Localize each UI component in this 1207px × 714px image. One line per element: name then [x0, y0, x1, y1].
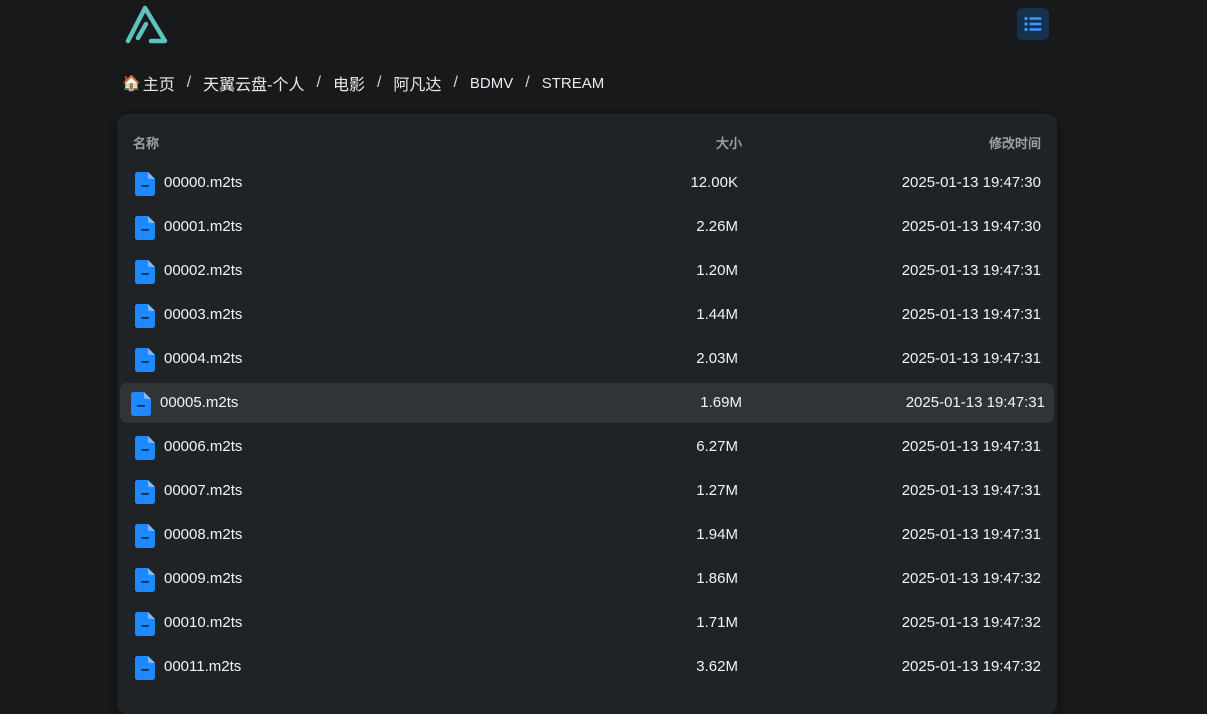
- breadcrumb-separator: /: [525, 74, 530, 91]
- home-icon: 🏠: [122, 75, 141, 92]
- file-name: 00005.m2ts: [160, 394, 239, 411]
- column-header-modified[interactable]: 修改时间: [989, 133, 1041, 152]
- file-modified-time: 2025-01-13 19:47:31: [905, 394, 1045, 411]
- file-icon: [135, 216, 155, 240]
- file-list-panel: 名称 大小 修改时间 00000.m2ts 12.00K 2025-01-13 …: [117, 114, 1057, 714]
- breadcrumb-tianyi-cloud[interactable]: 天翼云盘-个人: [203, 71, 304, 95]
- column-header-size[interactable]: 大小: [716, 133, 742, 152]
- file-icon: [135, 480, 155, 504]
- file-name: 00003.m2ts: [164, 306, 243, 323]
- file-modified-time: 2025-01-13 19:47:32: [901, 658, 1041, 675]
- file-name: 00009.m2ts: [164, 570, 243, 587]
- file-icon: [135, 612, 155, 636]
- file-row[interactable]: 00007.m2ts 1.27M 2025-01-13 19:47:31: [120, 471, 1054, 511]
- file-icon: [135, 172, 155, 196]
- breadcrumb: 🏠 主页 / 天翼云盘-个人 / 电影 / 阿凡达 / BDMV / STREA…: [122, 72, 604, 94]
- file-size: 3.62M: [696, 658, 738, 675]
- file-icon: [131, 392, 151, 416]
- file-name: 00007.m2ts: [164, 482, 243, 499]
- file-size: 1.27M: [696, 482, 738, 499]
- column-header-name[interactable]: 名称: [133, 133, 159, 152]
- file-name: 00000.m2ts: [164, 174, 243, 191]
- file-icon: [135, 524, 155, 548]
- file-row[interactable]: 00001.m2ts 2.26M 2025-01-13 19:47:30: [120, 207, 1054, 247]
- file-name: 00011.m2ts: [164, 658, 242, 675]
- file-modified-time: 2025-01-13 19:47:31: [901, 262, 1041, 279]
- file-icon: [135, 348, 155, 372]
- file-row[interactable]: 00004.m2ts 2.03M 2025-01-13 19:47:31: [120, 339, 1054, 379]
- file-row[interactable]: 00009.m2ts 1.86M 2025-01-13 19:47:32: [120, 559, 1054, 599]
- file-row[interactable]: 00002.m2ts 1.20M 2025-01-13 19:47:31: [120, 251, 1054, 291]
- file-modified-time: 2025-01-13 19:47:30: [901, 174, 1041, 191]
- alist-logo-icon[interactable]: [125, 5, 169, 45]
- file-row[interactable]: 00011.m2ts 3.62M 2025-01-13 19:47:32: [120, 647, 1054, 687]
- file-name: 00008.m2ts: [164, 526, 243, 543]
- file-size: 1.86M: [696, 570, 738, 587]
- file-icon: [135, 260, 155, 284]
- file-size: 1.71M: [696, 614, 738, 631]
- breadcrumb-separator: /: [186, 74, 192, 91]
- file-size: 1.44M: [696, 306, 738, 323]
- file-row[interactable]: 00003.m2ts 1.44M 2025-01-13 19:47:31: [120, 295, 1054, 335]
- file-size: 1.69M: [700, 394, 742, 411]
- breadcrumb-separator: /: [376, 74, 382, 91]
- breadcrumb-home[interactable]: 主页: [143, 71, 175, 95]
- file-size: 2.03M: [696, 350, 738, 367]
- file-row[interactable]: 00010.m2ts 1.71M 2025-01-13 19:47:32: [120, 603, 1054, 643]
- breadcrumb-separator: /: [453, 74, 458, 91]
- file-modified-time: 2025-01-13 19:47:31: [901, 438, 1041, 455]
- file-row[interactable]: 00006.m2ts 6.27M 2025-01-13 19:47:31: [120, 427, 1054, 467]
- file-icon: [135, 436, 155, 460]
- file-modified-time: 2025-01-13 19:47:30: [901, 218, 1041, 235]
- table-header: 名称 大小 修改时间: [117, 114, 1057, 168]
- file-icon: [135, 304, 155, 328]
- file-modified-time: 2025-01-13 19:47:32: [901, 570, 1041, 587]
- file-name: 00010.m2ts: [164, 614, 243, 631]
- file-name: 00006.m2ts: [164, 438, 243, 455]
- file-modified-time: 2025-01-13 19:47:32: [901, 614, 1041, 631]
- top-bar: [0, 0, 1207, 54]
- file-modified-time: 2025-01-13 19:47:31: [901, 526, 1041, 543]
- breadcrumb-separator: /: [316, 74, 321, 91]
- file-size: 12.00K: [690, 174, 738, 191]
- file-name: 00002.m2ts: [164, 262, 243, 279]
- file-size: 2.26M: [696, 218, 738, 235]
- breadcrumb-stream[interactable]: STREAM: [542, 75, 605, 92]
- file-name: 00001.m2ts: [164, 218, 243, 235]
- file-modified-time: 2025-01-13 19:47:31: [901, 350, 1041, 367]
- breadcrumb-avatar[interactable]: 阿凡达: [393, 71, 441, 95]
- file-name: 00004.m2ts: [164, 350, 243, 367]
- file-icon: [135, 656, 155, 680]
- file-size: 1.20M: [696, 262, 738, 279]
- file-row[interactable]: 00005.m2ts 1.69M 2025-01-13 19:47:31: [120, 383, 1054, 423]
- file-size: 1.94M: [696, 526, 738, 543]
- list-icon: [1024, 16, 1042, 32]
- file-size: 6.27M: [696, 438, 738, 455]
- file-modified-time: 2025-01-13 19:47:31: [901, 482, 1041, 499]
- file-row[interactable]: 00000.m2ts 12.00K 2025-01-13 19:47:30: [120, 163, 1054, 203]
- menu-button[interactable]: [1017, 8, 1049, 40]
- file-row[interactable]: 00008.m2ts 1.94M 2025-01-13 19:47:31: [120, 515, 1054, 555]
- file-icon: [135, 568, 155, 592]
- breadcrumb-movies[interactable]: 电影: [333, 71, 365, 95]
- file-modified-time: 2025-01-13 19:47:31: [901, 306, 1041, 323]
- breadcrumb-bdmv[interactable]: BDMV: [470, 75, 513, 92]
